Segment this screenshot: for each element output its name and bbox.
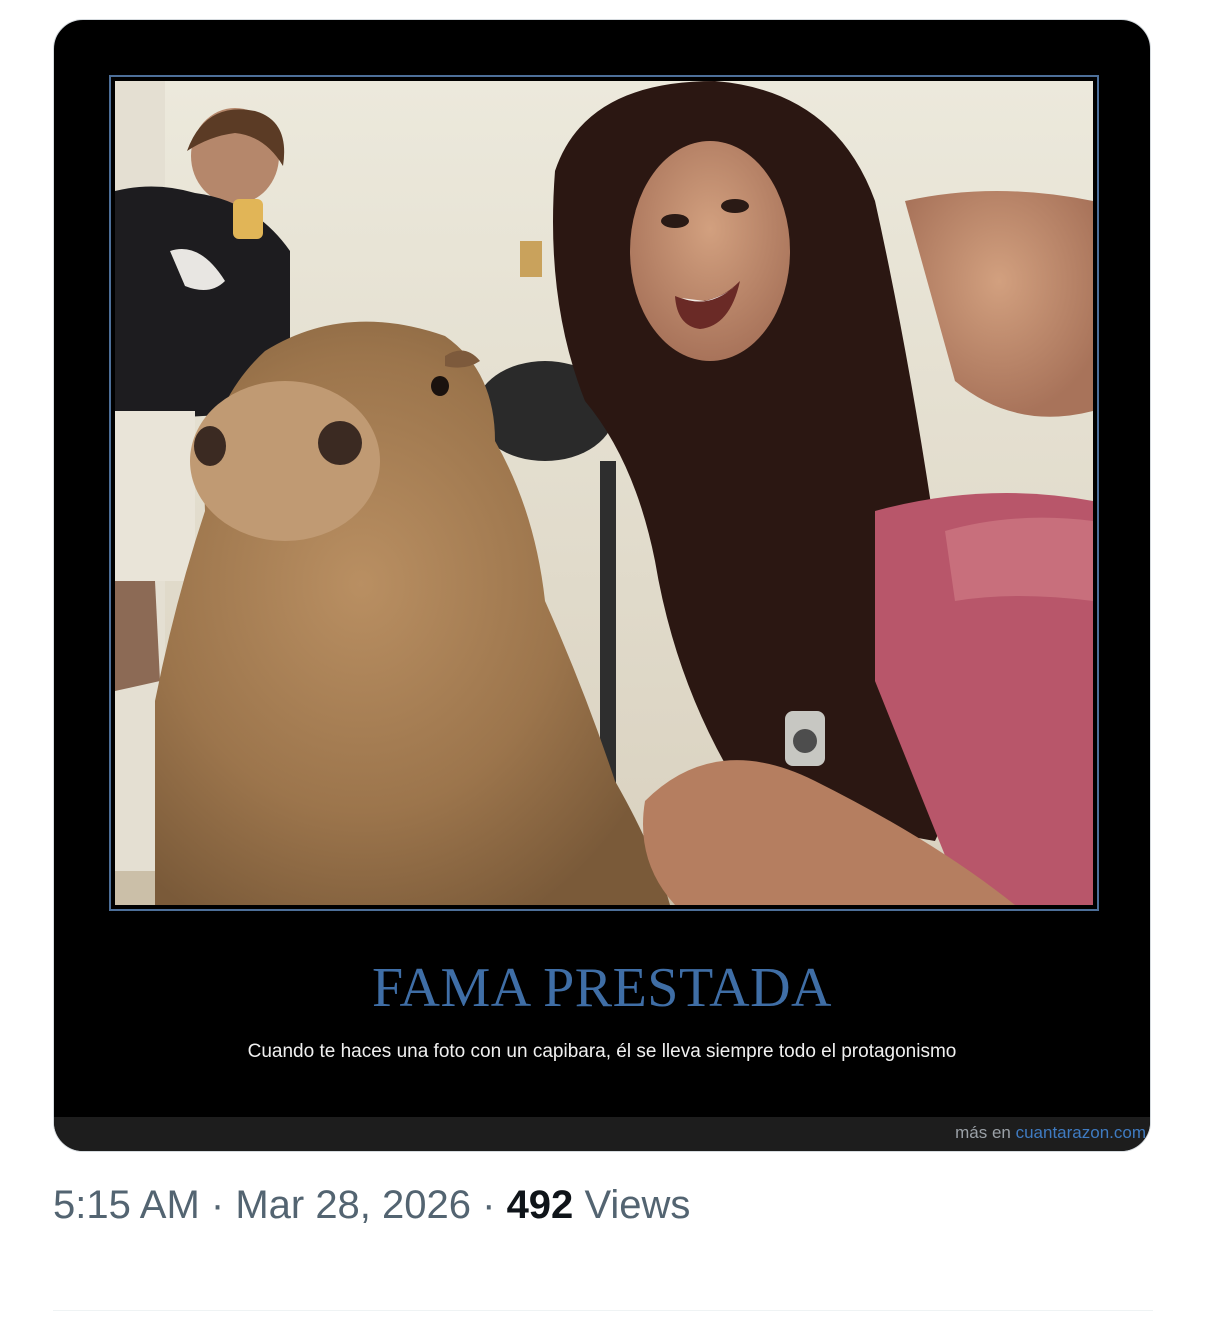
watermark: más en cuantarazon.com	[955, 1123, 1146, 1143]
watermark-site-link: cuantarazon.com	[1015, 1123, 1146, 1142]
watermark-prefix: más en	[955, 1123, 1016, 1142]
poster-title: FAMA PRESTADA	[372, 957, 832, 1019]
divider	[53, 1310, 1153, 1311]
post-meta: 5:15 AM · Mar 28, 2026 · 492 Views	[53, 1181, 690, 1229]
poster-caption: Cuando te haces una foto con un capibara…	[247, 1041, 957, 1062]
post-photo[interactable]	[115, 81, 1093, 905]
photo-frame	[109, 75, 1099, 911]
watermark-bar: más en cuantarazon.com	[54, 1117, 1150, 1151]
wall-frame-decoration	[520, 241, 542, 277]
post-media-card[interactable]: FAMA PRESTADA Cuando te haces una foto c…	[53, 19, 1151, 1152]
meta-separator: ·	[471, 1183, 507, 1227]
post-time[interactable]: 5:15 AM	[53, 1183, 200, 1227]
meta-separator: ·	[199, 1183, 236, 1227]
post-date[interactable]: Mar 28, 2026	[235, 1183, 471, 1227]
views-count[interactable]: 492	[507, 1183, 574, 1227]
views-label[interactable]: Views	[584, 1183, 690, 1227]
